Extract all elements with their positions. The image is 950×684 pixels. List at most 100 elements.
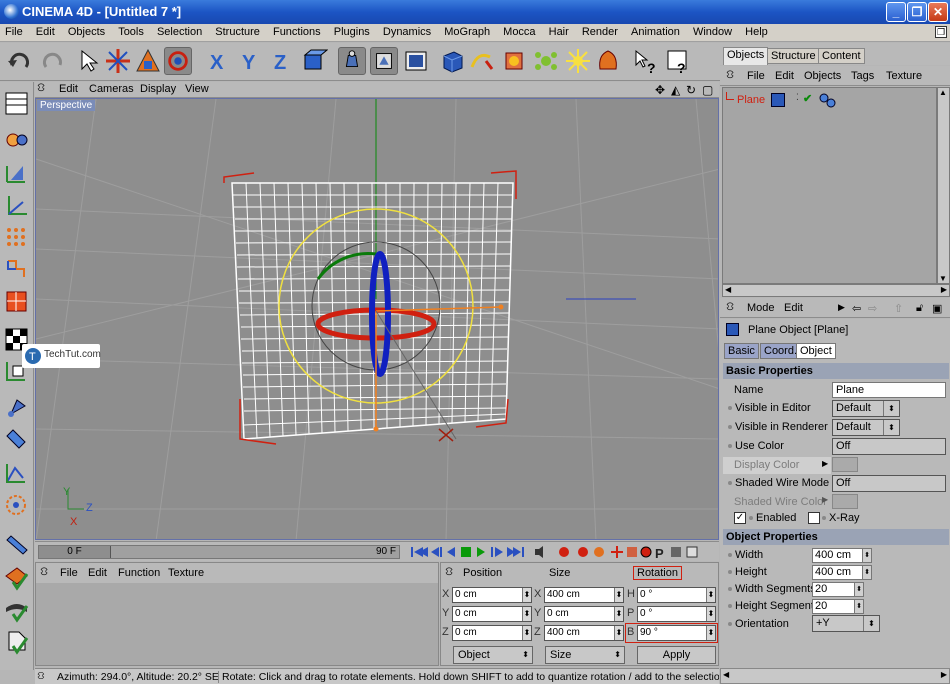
keyframe-selection-icon[interactable] xyxy=(594,547,604,557)
object-menu-tags[interactable]: Tags xyxy=(851,70,874,82)
points-mode-icon[interactable] xyxy=(3,160,30,187)
scale-tool-icon[interactable] xyxy=(134,47,162,75)
object-row-plane[interactable]: Plane ⁚ ✔ xyxy=(723,92,936,110)
xray-checkbox[interactable] xyxy=(808,512,820,524)
scroll-up-icon[interactable]: ▲ xyxy=(939,88,947,97)
time-slider-handle[interactable]: 0 F xyxy=(39,546,111,558)
menu-window[interactable]: Window xyxy=(688,24,737,38)
go-to-start-icon[interactable] xyxy=(411,547,428,557)
rotate-tool-icon[interactable] xyxy=(164,47,192,75)
name-field[interactable]: Plane xyxy=(832,382,946,398)
rot-h-spinner[interactable]: ⬍ xyxy=(706,588,715,602)
rot-b-field[interactable]: 90 ° ⬍ xyxy=(637,625,716,641)
x-axis-handle[interactable] xyxy=(498,304,504,310)
minimize-button[interactable]: _ xyxy=(886,2,906,22)
menu-structure[interactable]: Structure xyxy=(210,24,265,38)
menu-help[interactable]: Help xyxy=(740,24,773,38)
scroll-down-icon[interactable]: ▼ xyxy=(939,274,947,283)
cube-icon[interactable] xyxy=(438,47,466,75)
attribute-pin-icon[interactable]: ⛻ xyxy=(726,301,734,315)
orientation-select[interactable]: +Y ⬍ xyxy=(812,615,880,632)
viewport-zoom-icon[interactable]: ◭ xyxy=(671,83,680,97)
polygons-mode-icon[interactable] xyxy=(3,288,30,315)
attr-tab-object[interactable]: Object xyxy=(796,343,836,359)
pos-z-field[interactable]: 0 cm ⬍ xyxy=(452,625,532,641)
viewport-rotate-icon[interactable]: ↻ xyxy=(686,83,696,97)
attribute-menu-mode[interactable]: Mode xyxy=(747,302,775,314)
time-slider-track[interactable]: 0 F 90 F xyxy=(38,545,400,559)
menu-dynamics[interactable]: Dynamics xyxy=(378,24,436,38)
workplane-icon[interactable] xyxy=(3,596,30,623)
enabled-check-icon[interactable]: ✔ xyxy=(803,92,812,105)
shaded-wire-color-expand-icon[interactable]: ▶ xyxy=(822,495,828,504)
layout-icon[interactable] xyxy=(3,90,30,117)
viewport-maximize-icon[interactable]: ▢ xyxy=(702,83,713,97)
menu-functions[interactable]: Functions xyxy=(268,24,326,38)
edges-mode-icon[interactable] xyxy=(3,256,30,283)
menu-selection[interactable]: Selection xyxy=(152,24,207,38)
spline-pen-icon[interactable] xyxy=(468,47,496,75)
scroll-left-icon[interactable]: ◀ xyxy=(725,285,731,294)
sound-icon[interactable] xyxy=(535,546,543,558)
viewport-pin-icon[interactable]: ⛻ xyxy=(37,82,45,96)
deformer-icon[interactable] xyxy=(594,47,622,75)
menu-mocca[interactable]: Mocca xyxy=(498,24,540,38)
pos-x-field[interactable]: 0 cm ⬍ xyxy=(452,587,532,603)
array-icon[interactable] xyxy=(532,47,560,75)
shaded-wire-mode-select[interactable]: Off xyxy=(832,475,946,492)
material-pin-icon[interactable]: ⛻ xyxy=(40,566,48,580)
material-menu-function[interactable]: Function xyxy=(118,567,160,579)
attr-tab-coord[interactable]: Coord. xyxy=(760,343,802,359)
snap-icon[interactable] xyxy=(3,564,30,591)
menu-animation[interactable]: Animation xyxy=(626,24,685,38)
object-list-hscrollbar[interactable]: ◀ ▶ xyxy=(722,284,950,297)
coordinate-system-icon[interactable] xyxy=(300,47,328,75)
scroll-right-icon[interactable]: ▶ xyxy=(941,285,947,294)
attribute-arrow-icon[interactable]: ▶ xyxy=(838,302,845,313)
play-forward-icon[interactable] xyxy=(477,547,485,557)
lock-icon[interactable]: 🔓︎ xyxy=(916,302,923,315)
context-help-icon[interactable]: ? xyxy=(664,47,692,75)
play-backward-icon[interactable] xyxy=(447,547,455,557)
forward-icon[interactable]: ⇨ xyxy=(868,302,877,315)
rotation-key-icon[interactable] xyxy=(640,546,652,558)
parameter-key-icon[interactable]: P xyxy=(655,546,664,560)
object-pin-icon[interactable]: ⛻ xyxy=(726,69,734,83)
pos-z-spinner[interactable]: ⬍ xyxy=(522,626,531,640)
rot-b-spinner[interactable]: ⬍ xyxy=(706,626,715,640)
viewport-menu-edit[interactable]: Edit xyxy=(59,83,78,95)
inverse-kinematics-icon[interactable] xyxy=(3,492,30,519)
size-y-spinner[interactable]: ⬍ xyxy=(614,607,623,621)
display-color-expand-icon[interactable]: ▶ xyxy=(822,459,828,468)
timeline-menu-icon[interactable] xyxy=(686,546,698,558)
size-x-spinner[interactable]: ⬍ xyxy=(614,588,623,602)
menu-objects[interactable]: Objects xyxy=(63,24,110,38)
record-icon[interactable] xyxy=(559,547,569,557)
size-z-field[interactable]: 400 cm ⬍ xyxy=(544,625,624,641)
pos-x-spinner[interactable]: ⬍ xyxy=(522,588,531,602)
go-to-end-icon[interactable] xyxy=(507,547,524,557)
pla-key-icon[interactable] xyxy=(671,547,681,557)
size-x-field[interactable]: 400 cm ⬍ xyxy=(544,587,624,603)
prev-key-icon[interactable] xyxy=(431,547,442,557)
material-menu-edit[interactable]: Edit xyxy=(88,567,107,579)
width-segments-field[interactable]: 20 ⬍ xyxy=(812,582,864,597)
position-key-icon[interactable] xyxy=(611,546,623,558)
rot-h-field[interactable]: 0 ° ⬍ xyxy=(637,587,716,603)
z-axis-handle[interactable] xyxy=(373,426,379,432)
points-grid-icon[interactable] xyxy=(3,224,30,251)
viewport-move-icon[interactable]: ✥ xyxy=(655,83,665,97)
close-button[interactable]: ✕ xyxy=(928,2,948,22)
up-icon[interactable]: ⇧ xyxy=(894,302,903,315)
script-icon[interactable] xyxy=(3,628,30,655)
shaded-wire-color-swatch[interactable] xyxy=(832,494,858,509)
visibility-dots-icon[interactable]: ⁚ xyxy=(796,92,799,103)
restore-button[interactable]: ❐ xyxy=(907,2,927,22)
model-mode-icon[interactable] xyxy=(338,47,366,75)
visible-in-renderer-select[interactable]: Default ⬍ xyxy=(832,419,900,436)
attr-scroll-left-icon[interactable]: ◀ xyxy=(723,670,729,679)
visible-in-editor-select[interactable]: Default ⬍ xyxy=(832,400,900,417)
tab-content[interactable]: Content xyxy=(818,48,865,64)
size-mode-select[interactable]: Size ⬍ xyxy=(545,646,625,664)
model-tool-icon[interactable] xyxy=(3,428,30,455)
